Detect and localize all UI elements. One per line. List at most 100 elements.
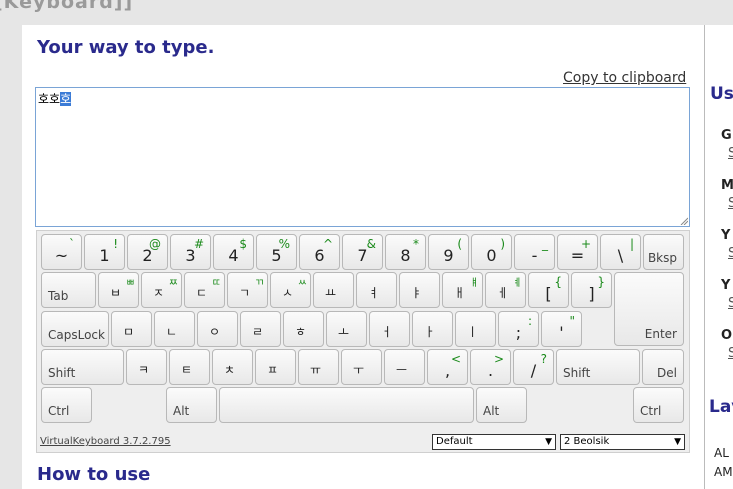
key-label: 6 <box>314 246 325 265</box>
left-ctrl-key[interactable]: Ctrl <box>41 387 92 423</box>
key-shift-label: } <box>597 275 605 289</box>
key[interactable]: 1! <box>84 234 125 270</box>
key-label: ] <box>588 284 595 303</box>
key[interactable]: ㅡ <box>384 349 425 385</box>
key[interactable]: [{ <box>528 272 569 308</box>
key-shift-label: # <box>193 237 204 251</box>
key[interactable]: ㅅㅆ <box>270 272 311 308</box>
key-label: Enter <box>644 327 677 341</box>
key[interactable]: \ | <box>600 234 641 270</box>
key[interactable]: 2 @ <box>127 234 168 270</box>
key-label: ㅓ <box>380 325 393 339</box>
sidebar-item-sub[interactable]: S <box>728 346 733 361</box>
key[interactable]: 7 & <box>342 234 383 270</box>
key[interactable]: 8 * <box>385 234 426 270</box>
key-label: ㄹ <box>251 325 264 339</box>
key[interactable]: 9( <box>428 234 469 270</box>
sidebar-item-title[interactable]: Y <box>721 228 730 243</box>
text-input-area[interactable]: 호호호 <box>35 87 690 227</box>
key[interactable]: 5% <box>256 234 297 270</box>
left-shift-key[interactable]: Shift <box>41 349 124 385</box>
key[interactable]: ;: <box>498 311 539 347</box>
key-shift-label: ! <box>113 237 118 251</box>
key-shift-label: " <box>569 314 575 328</box>
key-label: ' <box>559 323 564 342</box>
key[interactable]: ' " <box>541 311 582 347</box>
key[interactable]: ㅊ <box>212 349 253 385</box>
key[interactable]: ㅛ <box>313 272 354 308</box>
sidebar-item-title[interactable]: M <box>721 178 733 193</box>
sidebar-item-title[interactable]: G <box>721 128 732 143</box>
key[interactable]: ㄷㄸ <box>184 272 225 308</box>
capslock-key[interactable]: CapsLock <box>41 311 109 347</box>
key[interactable]: = + <box>557 234 598 270</box>
right-shift-key[interactable]: Shift <box>556 349 640 385</box>
key[interactable]: ㅓ <box>369 311 410 347</box>
key[interactable]: ㄹ <box>240 311 281 347</box>
key[interactable]: . > <box>470 349 511 385</box>
key-label: ㅁ <box>122 325 135 339</box>
key-label: ㅇ <box>208 325 221 339</box>
tab-key[interactable]: Tab <box>41 272 96 308</box>
enter-key[interactable]: Enter <box>614 272 684 346</box>
key[interactable]: ㅐㅒ <box>442 272 483 308</box>
key[interactable]: ㄴ <box>154 311 195 347</box>
delete-key[interactable]: Del <box>642 349 684 385</box>
sidebar-item-sub[interactable]: S <box>728 196 733 211</box>
key[interactable]: - _ <box>514 234 555 270</box>
skin-select[interactable]: Default ▼ <box>432 434 556 450</box>
key[interactable]: ㄱㄲ <box>227 272 268 308</box>
key-shift-label: @ <box>149 237 161 251</box>
key[interactable]: 6 ^ <box>299 234 340 270</box>
key-shift-label: + <box>580 237 591 251</box>
key[interactable]: ㅇ <box>197 311 238 347</box>
key[interactable]: ㅜ <box>341 349 382 385</box>
page-title: Your way to type. <box>37 37 215 58</box>
layout-select-value: 2 Beolsik <box>564 436 610 447</box>
sidebar-item-sub[interactable]: S <box>728 246 733 261</box>
key[interactable]: ㅔㅖ <box>485 272 526 308</box>
key[interactable]: , < <box>427 349 468 385</box>
sidebar-item-sub[interactable]: S <box>728 146 733 161</box>
key[interactable]: ㅁ <box>111 311 152 347</box>
right-ctrl-key[interactable]: Ctrl <box>633 387 684 423</box>
key[interactable]: ㅏ <box>412 311 453 347</box>
copy-to-clipboard-link[interactable]: Copy to clipboard <box>563 70 686 86</box>
key[interactable]: ㅋ <box>126 349 167 385</box>
key[interactable]: ~ ` <box>41 234 82 270</box>
resize-grip-icon[interactable] <box>680 217 688 225</box>
key[interactable]: ㅠ <box>298 349 339 385</box>
key[interactable]: ㅈㅉ <box>141 272 182 308</box>
key[interactable]: ㅎ <box>283 311 324 347</box>
left-alt-key[interactable]: Alt <box>166 387 217 423</box>
key[interactable]: 4 $ <box>213 234 254 270</box>
key-label: Tab <box>48 289 69 303</box>
sidebar-item-title[interactable]: O <box>721 328 732 343</box>
version-link[interactable]: VirtualKeyboard 3.7.2.795 <box>40 436 171 447</box>
key[interactable]: /? <box>513 349 554 385</box>
key[interactable]: ㅕ <box>356 272 397 308</box>
key[interactable]: 3 # <box>170 234 211 270</box>
key-label: Ctrl <box>48 404 70 418</box>
sidebar-item-title[interactable]: Y <box>721 278 730 293</box>
key[interactable]: ㅗ <box>326 311 367 347</box>
space-key[interactable] <box>219 387 474 423</box>
key-label: ㅏ <box>423 325 436 339</box>
key-shift-label: | <box>629 237 634 251</box>
key[interactable]: ㅣ <box>455 311 496 347</box>
sidebar-heading-2: Lav <box>709 397 733 417</box>
key[interactable]: ㅑ <box>399 272 440 308</box>
key[interactable]: ㅍ <box>255 349 296 385</box>
text-before: 호호 <box>38 92 61 106</box>
key-label: ㅠ <box>309 363 322 377</box>
key[interactable]: ㅌ <box>169 349 210 385</box>
key[interactable]: ㅂㅃ <box>98 272 139 308</box>
backspace-key[interactable]: Bksp <box>643 234 684 270</box>
key-shift-label: ^ <box>322 237 333 251</box>
key[interactable]: ]} <box>571 272 612 308</box>
sidebar-item-sub[interactable]: S <box>728 296 733 311</box>
right-alt-key[interactable]: Alt <box>476 387 527 423</box>
key-shift-label: ) <box>500 237 505 251</box>
layout-select[interactable]: 2 Beolsik ▼ <box>560 434 685 450</box>
key[interactable]: 0) <box>471 234 512 270</box>
